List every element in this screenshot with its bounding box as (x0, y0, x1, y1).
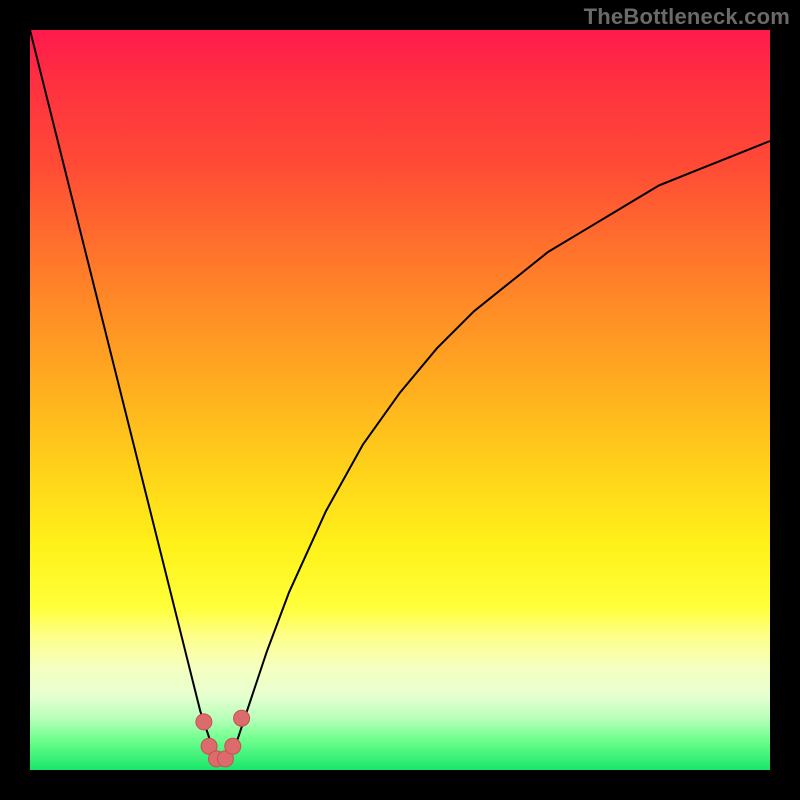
bottleneck-curve (30, 30, 770, 763)
curve-marker (234, 710, 250, 726)
watermark-text: TheBottleneck.com (584, 4, 790, 30)
curve-markers (196, 710, 250, 767)
chart-svg (30, 30, 770, 770)
curve-marker (196, 714, 212, 730)
curve-marker (225, 738, 241, 754)
